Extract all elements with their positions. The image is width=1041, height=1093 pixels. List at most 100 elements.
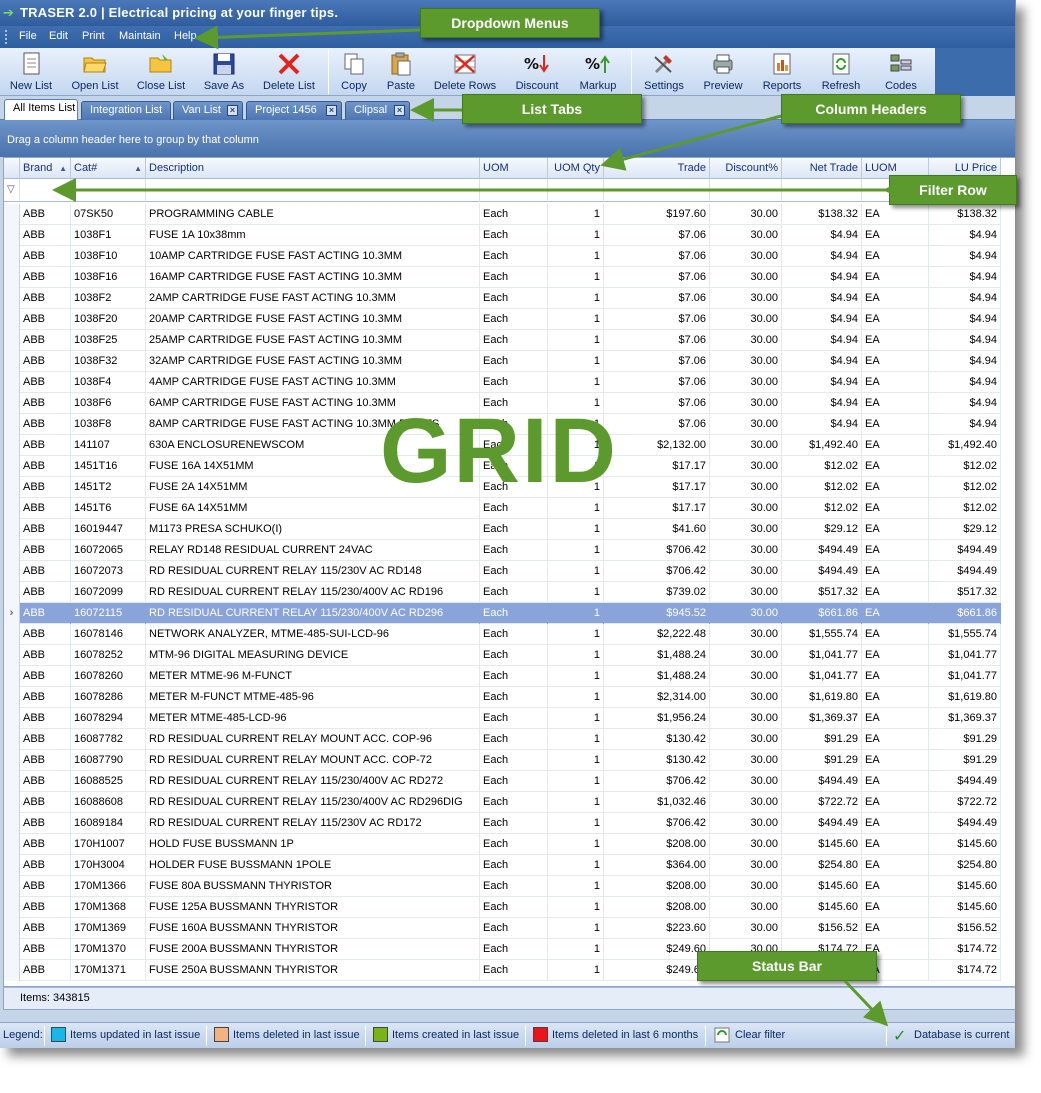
cell-cat-[interactable]: 1038F25 [71,330,146,351]
cell-uom[interactable]: Each [480,372,548,393]
cell-trade[interactable]: $130.42 [604,750,710,771]
cell-lu-price[interactable]: $4.94 [929,330,1001,351]
cell-lu-price[interactable]: $4.94 [929,267,1001,288]
cell-uom-qty[interactable]: 1 [548,624,604,645]
cell-luom[interactable]: EA [862,750,929,771]
menu-maintain[interactable]: Maintain [119,30,161,42]
cell-description[interactable]: METER MTME-96 M-FUNCT [146,666,480,687]
clear-filter-link[interactable]: Clear filter [735,1029,785,1041]
column-header-trade[interactable]: Trade [604,158,710,179]
cell-trade[interactable]: $364.00 [604,855,710,876]
table-row[interactable]: ABB 16078286 METER M-FUNCT MTME-485-96 Each… [4,687,1001,708]
cell-brand[interactable]: ABB [20,204,71,225]
cell-lu-price[interactable]: $12.02 [929,456,1001,477]
cell-discount-[interactable]: 30.00 [710,624,782,645]
cell-uom-qty[interactable]: 1 [548,288,604,309]
cell-cat-[interactable]: 1038F6 [71,393,146,414]
cell-cat-[interactable]: 1451T6 [71,498,146,519]
cell-description[interactable]: RD RESIDUAL CURRENT RELAY 115/230/400V A… [146,792,480,813]
cell-cat-[interactable]: 1451T2 [71,477,146,498]
row-indicator[interactable] [4,477,20,498]
cell-luom[interactable]: EA [862,792,929,813]
column-header-uom[interactable]: UOM [480,158,548,179]
cell-uom-qty[interactable]: 1 [548,960,604,981]
cell-net-trade[interactable]: $1,041.77 [782,666,862,687]
cell-discount-[interactable]: 30.00 [710,897,782,918]
cell-lu-price[interactable]: $4.94 [929,246,1001,267]
cell-luom[interactable]: EA [862,498,929,519]
cell-net-trade[interactable]: $494.49 [782,771,862,792]
cell-description[interactable]: RELAY RD148 RESIDUAL CURRENT 24VAC [146,540,480,561]
cell-luom[interactable]: EA [862,414,929,435]
cell-brand[interactable]: ABB [20,813,71,834]
cell-trade[interactable]: $208.00 [604,897,710,918]
cell-luom[interactable]: EA [862,519,929,540]
cell-luom[interactable]: EA [862,351,929,372]
cell-brand[interactable]: ABB [20,708,71,729]
table-row[interactable]: ABB 16078146 NETWORK ANALYZER, MTME-485-SU… [4,624,1001,645]
cell-description[interactable]: RD RESIDUAL CURRENT RELAY 115/230V AC RD… [146,813,480,834]
cell-uom[interactable]: Each [480,708,548,729]
cell-discount-[interactable]: 30.00 [710,582,782,603]
cell-net-trade[interactable]: $145.60 [782,834,862,855]
cell-cat-[interactable]: 16078146 [71,624,146,645]
cell-luom[interactable]: EA [862,666,929,687]
cell-lu-price[interactable]: $494.49 [929,540,1001,561]
cell-uom-qty[interactable]: 1 [548,309,604,330]
cell-lu-price[interactable]: $1,555.74 [929,624,1001,645]
row-indicator[interactable] [4,645,20,666]
cell-uom-qty[interactable]: 1 [548,603,604,624]
cell-net-trade[interactable]: $4.94 [782,393,862,414]
cell-cat-[interactable]: 16072099 [71,582,146,603]
cell-description[interactable]: RD RESIDUAL CURRENT RELAY 115/230/400V A… [146,771,480,792]
cell-uom[interactable]: Each [480,876,548,897]
table-row[interactable]: ABB 1038F10 10AMP CARTRIDGE FUSE FAST ACTI… [4,246,1001,267]
row-selector-icon[interactable]: › [4,603,20,624]
cell-cat-[interactable]: 1038F2 [71,288,146,309]
cell-lu-price[interactable]: $12.02 [929,477,1001,498]
cell-discount-[interactable]: 30.00 [710,813,782,834]
cell-brand[interactable]: ABB [20,330,71,351]
row-indicator[interactable] [4,624,20,645]
cell-net-trade[interactable]: $4.94 [782,267,862,288]
cell-brand[interactable]: ABB [20,792,71,813]
cell-brand[interactable]: ABB [20,771,71,792]
cell-trade[interactable]: $706.42 [604,540,710,561]
cell-luom[interactable]: EA [862,288,929,309]
cell-trade[interactable]: $2,132.00 [604,435,710,456]
cell-trade[interactable]: $7.06 [604,393,710,414]
cell-discount-[interactable]: 30.00 [710,267,782,288]
cell-brand[interactable]: ABB [20,603,71,624]
cell-uom[interactable]: Each [480,267,548,288]
cell-cat-[interactable]: 16078252 [71,645,146,666]
cell-lu-price[interactable]: $661.86 [929,603,1001,624]
cell-brand[interactable]: ABB [20,750,71,771]
cell-trade[interactable]: $7.06 [604,330,710,351]
cell-brand[interactable]: ABB [20,939,71,960]
cell-uom[interactable]: Each [480,309,548,330]
cell-uom[interactable]: Each [480,561,548,582]
cell-discount-[interactable]: 30.00 [710,666,782,687]
cell-uom[interactable]: Each [480,246,548,267]
cell-luom[interactable]: EA [862,582,929,603]
cell-brand[interactable]: ABB [20,876,71,897]
cell-cat-[interactable]: 16088525 [71,771,146,792]
filter-cell-trade[interactable] [604,179,710,202]
cell-luom[interactable]: EA [862,456,929,477]
cell-brand[interactable]: ABB [20,582,71,603]
save-as-button[interactable]: Save As [198,50,250,94]
cell-discount-[interactable]: 30.00 [710,708,782,729]
cell-trade[interactable]: $706.42 [604,561,710,582]
cell-cat-[interactable]: 1038F10 [71,246,146,267]
cell-brand[interactable]: ABB [20,351,71,372]
cell-uom[interactable]: Each [480,288,548,309]
cell-discount-[interactable]: 30.00 [710,876,782,897]
cell-trade[interactable]: $945.52 [604,603,710,624]
cell-discount-[interactable]: 30.00 [710,477,782,498]
column-header-description[interactable]: Description [146,158,480,179]
row-indicator[interactable] [4,960,20,981]
cell-lu-price[interactable]: $138.32 [929,204,1001,225]
cell-lu-price[interactable]: $4.94 [929,288,1001,309]
cell-trade[interactable]: $7.06 [604,309,710,330]
cell-lu-price[interactable]: $91.29 [929,750,1001,771]
